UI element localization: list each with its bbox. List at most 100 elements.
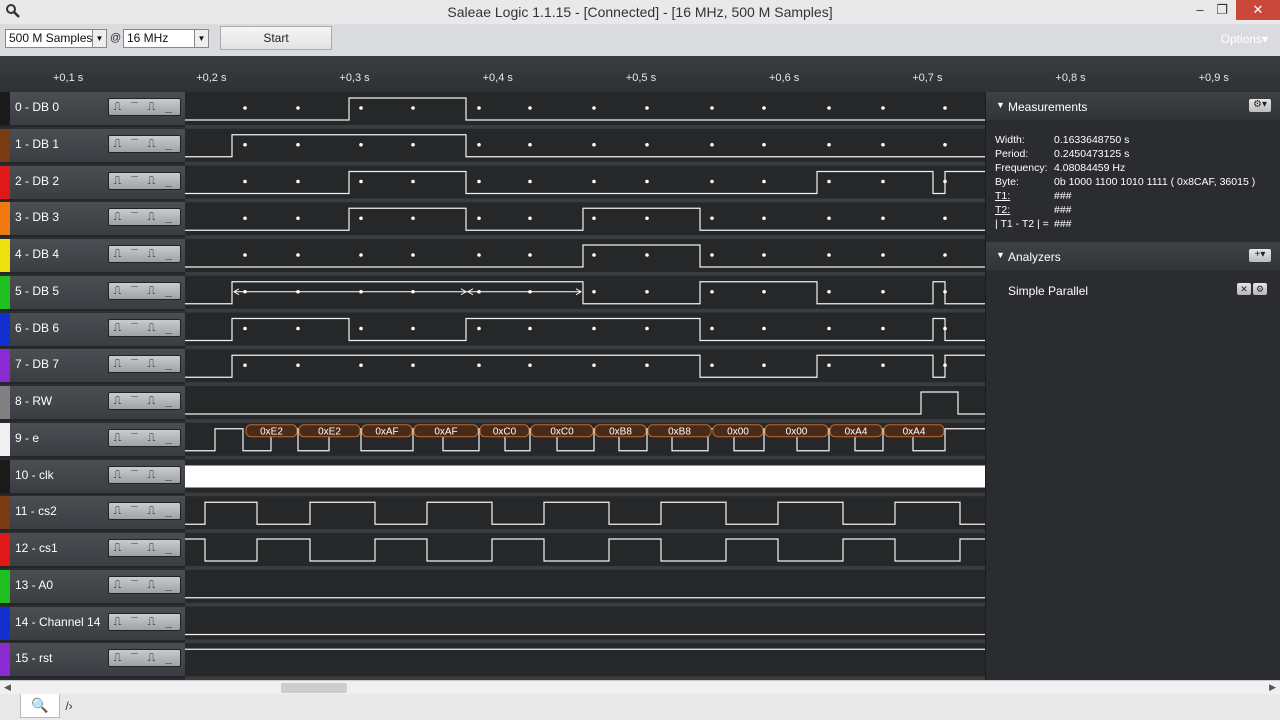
high-level-trigger-icon[interactable]: ‾: [126, 356, 143, 372]
rising-edge-trigger-icon[interactable]: ⎍: [109, 577, 126, 593]
low-level-trigger-icon[interactable]: _: [160, 467, 177, 483]
low-level-trigger-icon[interactable]: _: [160, 246, 177, 262]
channel-name[interactable]: 8 - RW: [15, 394, 52, 408]
collapse-icon[interactable]: ▼: [996, 100, 1005, 110]
waveform-canvas[interactable]: 0xE2 0xE2 0xAF 0xAF 0xC0 0xC0 0xB8 0xB8 0x00 0x00…: [185, 92, 985, 680]
channel-name[interactable]: 3 - DB 3: [15, 210, 59, 224]
collapse-icon[interactable]: ▼: [996, 250, 1005, 260]
channel-name[interactable]: 7 - DB 7: [15, 357, 59, 371]
channel-row[interactable]: 13 - A0 ⎍ ‾ ⎍ _: [0, 569, 185, 605]
close-button[interactable]: ✕: [1236, 0, 1280, 20]
sample-rate-select[interactable]: 16 MHz ▼: [123, 29, 209, 48]
high-level-trigger-icon[interactable]: ‾: [126, 650, 143, 666]
high-level-trigger-icon[interactable]: ‾: [126, 577, 143, 593]
rising-edge-trigger-icon[interactable]: ⎍: [109, 393, 126, 409]
rising-edge-trigger-icon[interactable]: ⎍: [109, 246, 126, 262]
rising-edge-trigger-icon[interactable]: ⎍: [109, 540, 126, 556]
rising-edge-trigger-icon[interactable]: ⎍: [109, 356, 126, 372]
falling-edge-trigger-icon[interactable]: ⎍: [143, 283, 160, 299]
channel-row[interactable]: 9 - e ⎍ ‾ ⎍ _: [0, 422, 185, 458]
channel-name[interactable]: 4 - DB 4: [15, 247, 59, 261]
channel-name[interactable]: 12 - cs1: [15, 541, 58, 555]
rising-edge-trigger-icon[interactable]: ⎍: [109, 467, 126, 483]
low-level-trigger-icon[interactable]: _: [160, 356, 177, 372]
measure-t1[interactable]: T1: ###: [995, 190, 1072, 202]
high-level-trigger-icon[interactable]: ‾: [126, 540, 143, 556]
high-level-trigger-icon[interactable]: ‾: [126, 430, 143, 446]
channel-row[interactable]: 14 - Channel 14 ⎍ ‾ ⎍ _: [0, 606, 185, 642]
gear-icon[interactable]: ⚙▾: [1249, 99, 1271, 112]
falling-edge-trigger-icon[interactable]: ⎍: [143, 173, 160, 189]
channel-name[interactable]: 10 - clk: [15, 468, 54, 482]
waveform-area[interactable]: 0xE2 0xE2 0xAF 0xAF 0xC0 0xC0 0xB8 0xB8 0x00 0x00…: [185, 92, 985, 680]
channel-row[interactable]: 8 - RW ⎍ ‾ ⎍ _: [0, 386, 185, 421]
measurements-header[interactable]: ▼ Measurements ⚙▾: [986, 92, 1280, 120]
timeline-ruler[interactable]: +0,1 s +0,2 s +0,3 s +0,4 s +0,5 s +0,6 s +0,7…: [0, 56, 1280, 92]
low-level-trigger-icon[interactable]: _: [160, 577, 177, 593]
falling-edge-trigger-icon[interactable]: ⎍: [143, 209, 160, 225]
falling-edge-trigger-icon[interactable]: ⎍: [143, 503, 160, 519]
search-icon[interactable]: 🔍: [20, 694, 60, 718]
channel-row[interactable]: 2 - DB 2 ⎍ ‾ ⎍ _: [0, 165, 185, 201]
low-level-trigger-icon[interactable]: _: [160, 209, 177, 225]
channel-row[interactable]: 7 - DB 7 ⎍ ‾ ⎍ _: [0, 349, 185, 385]
high-level-trigger-icon[interactable]: ‾: [126, 320, 143, 336]
falling-edge-trigger-icon[interactable]: ⎍: [143, 577, 160, 593]
scroll-right-icon[interactable]: ▶: [1269, 682, 1276, 693]
falling-edge-trigger-icon[interactable]: ⎍: [143, 650, 160, 666]
channel-row[interactable]: 0 - DB 0 ⎍ ‾ ⎍ _: [0, 92, 185, 127]
rising-edge-trigger-icon[interactable]: ⎍: [109, 136, 126, 152]
rising-edge-trigger-icon[interactable]: ⎍: [109, 99, 126, 115]
channel-name[interactable]: 13 - A0: [15, 578, 53, 592]
channel-row[interactable]: 12 - cs1 ⎍ ‾ ⎍ _: [0, 533, 185, 568]
channel-name[interactable]: 14 - Channel 14: [15, 615, 100, 629]
rising-edge-trigger-icon[interactable]: ⎍: [109, 283, 126, 299]
falling-edge-trigger-icon[interactable]: ⎍: [143, 136, 160, 152]
low-level-trigger-icon[interactable]: _: [160, 650, 177, 666]
scroll-thumb[interactable]: [281, 683, 347, 693]
low-level-trigger-icon[interactable]: _: [160, 136, 177, 152]
low-level-trigger-icon[interactable]: _: [160, 173, 177, 189]
falling-edge-trigger-icon[interactable]: ⎍: [143, 320, 160, 336]
rising-edge-trigger-icon[interactable]: ⎍: [109, 503, 126, 519]
rising-edge-trigger-icon[interactable]: ⎍: [109, 209, 126, 225]
falling-edge-trigger-icon[interactable]: ⎍: [143, 430, 160, 446]
rising-edge-trigger-icon[interactable]: ⎍: [109, 614, 126, 630]
horizontal-scrollbar[interactable]: ◀ ▶: [0, 680, 1280, 694]
measure-t2[interactable]: T2: ###: [995, 204, 1072, 216]
channel-name[interactable]: 1 - DB 1: [15, 137, 59, 151]
high-level-trigger-icon[interactable]: ‾: [126, 467, 143, 483]
channel-row[interactable]: 11 - cs2 ⎍ ‾ ⎍ _: [0, 496, 185, 532]
gear-icon[interactable]: ⚙: [1253, 283, 1267, 295]
low-level-trigger-icon[interactable]: _: [160, 99, 177, 115]
falling-edge-trigger-icon[interactable]: ⎍: [143, 467, 160, 483]
high-level-trigger-icon[interactable]: ‾: [126, 393, 143, 409]
high-level-trigger-icon[interactable]: ‾: [126, 136, 143, 152]
rising-edge-trigger-icon[interactable]: ⎍: [109, 430, 126, 446]
channel-row[interactable]: 15 - rst ⎍ ‾ ⎍ _: [0, 643, 185, 679]
channel-name[interactable]: 2 - DB 2: [15, 174, 59, 188]
channel-name[interactable]: 0 - DB 0: [15, 100, 59, 114]
channel-name[interactable]: 6 - DB 6: [15, 321, 59, 335]
low-level-trigger-icon[interactable]: _: [160, 430, 177, 446]
high-level-trigger-icon[interactable]: ‾: [126, 99, 143, 115]
restore-button[interactable]: ❐: [1208, 0, 1236, 20]
channel-name[interactable]: 11 - cs2: [15, 504, 57, 518]
falling-edge-trigger-icon[interactable]: ⎍: [143, 99, 160, 115]
low-level-trigger-icon[interactable]: _: [160, 614, 177, 630]
rising-edge-trigger-icon[interactable]: ⎍: [109, 320, 126, 336]
falling-edge-trigger-icon[interactable]: ⎍: [143, 393, 160, 409]
high-level-trigger-icon[interactable]: ‾: [126, 246, 143, 262]
channel-row[interactable]: 4 - DB 4 ⎍ ‾ ⎍ _: [0, 239, 185, 274]
high-level-trigger-icon[interactable]: ‾: [126, 614, 143, 630]
options-menu[interactable]: Options▾: [1221, 32, 1268, 46]
rising-edge-trigger-icon[interactable]: ⎍: [109, 173, 126, 189]
start-button[interactable]: Start: [220, 26, 332, 50]
channel-name[interactable]: 5 - DB 5: [15, 284, 59, 298]
falling-edge-trigger-icon[interactable]: ⎍: [143, 540, 160, 556]
channel-row[interactable]: 10 - clk ⎍ ‾ ⎍ _: [0, 459, 185, 495]
scroll-left-icon[interactable]: ◀: [4, 682, 11, 693]
channel-name[interactable]: 15 - rst: [15, 651, 52, 665]
high-level-trigger-icon[interactable]: ‾: [126, 503, 143, 519]
falling-edge-trigger-icon[interactable]: ⎍: [143, 246, 160, 262]
